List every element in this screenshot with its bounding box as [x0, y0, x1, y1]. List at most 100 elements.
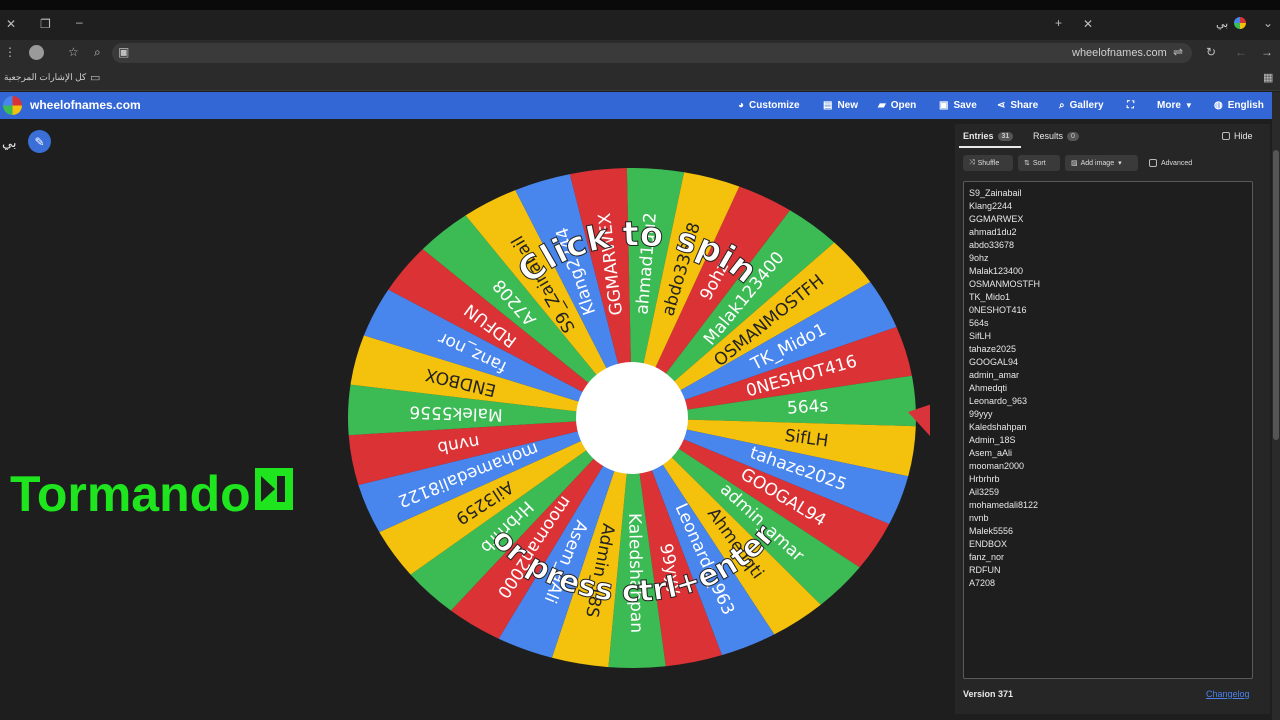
new-button[interactable]: ▤ New [823, 92, 858, 119]
hide-checkbox[interactable]: Hide [1222, 131, 1253, 141]
pencil-icon: ✎ [34, 134, 45, 149]
share-button[interactable]: ⋖ Share [997, 92, 1038, 119]
sort-icon: ⇅ [1024, 160, 1030, 167]
entry-line[interactable]: TK_Mido1 [969, 291, 1040, 304]
profile-avatar-icon[interactable] [29, 45, 44, 60]
entry-line[interactable]: S9_Zainabail [969, 187, 1040, 200]
wheel-segment-label: Malek5556 [409, 401, 503, 424]
entry-line[interactable]: RDFUN [969, 564, 1040, 577]
edit-title-button[interactable]: ✎ [28, 130, 51, 153]
entry-line[interactable]: ENDBOX [969, 538, 1040, 551]
entry-line[interactable]: Admin_18S [969, 434, 1040, 447]
folder-open-icon: ▰ [878, 100, 886, 111]
version-label: Version 371 [963, 689, 1014, 699]
advanced-checkbox[interactable]: Advanced [1143, 155, 1203, 171]
entry-line[interactable]: Ahmedqti [969, 382, 1040, 395]
minimize-window-icon[interactable]: – [76, 15, 83, 29]
entry-line[interactable]: abdo33678 [969, 239, 1040, 252]
language-button[interactable]: ◍ English [1214, 92, 1264, 119]
cast-icon[interactable]: ▣ [118, 45, 129, 59]
new-file-icon: ▤ [823, 100, 833, 111]
entry-line[interactable]: fanz_nor [969, 551, 1040, 564]
entry-line[interactable]: mohamedali8122 [969, 499, 1040, 512]
back-icon[interactable]: → [1261, 45, 1273, 59]
open-button[interactable]: ▰ Open [878, 92, 916, 119]
site-settings-icon[interactable]: ⇌ [1173, 45, 1183, 59]
folder-icon: ▭ [90, 72, 101, 84]
tab-entries[interactable]: Entries 31 [963, 131, 1014, 141]
entry-line[interactable]: Hrbrhrb [969, 473, 1040, 486]
entry-line[interactable]: ahmad1du2 [969, 226, 1040, 239]
palette-icon: ◕ [738, 100, 745, 111]
sort-button[interactable]: ⇅ Sort [1018, 155, 1060, 171]
close-window-icon[interactable]: ✕ [6, 17, 16, 31]
tab-results[interactable]: Results 0 [1033, 131, 1079, 141]
entry-line[interactable]: Klang2244 [969, 200, 1040, 213]
shuffle-button[interactable]: ⤨ Shuffle [963, 155, 1013, 171]
entry-line[interactable]: 99yyy [969, 408, 1040, 421]
all-bookmarks-label[interactable]: كل الإشارات المرجعية [4, 72, 86, 83]
reload-icon[interactable]: ↻ [1206, 45, 1216, 59]
tab-favicon-icon [1234, 17, 1246, 29]
add-image-button[interactable]: ▨ Add image ▾ [1065, 155, 1138, 171]
caret-down-icon: ▾ [1118, 160, 1122, 167]
entry-line[interactable]: Malek5556 [969, 525, 1040, 538]
entry-line[interactable]: Kaledshahpan [969, 421, 1040, 434]
gallery-button[interactable]: ⌕ Gallery [1059, 92, 1104, 119]
wheel-center-hub[interactable] [576, 362, 688, 474]
page-scrollbar-thumb[interactable] [1273, 150, 1279, 440]
entry-line[interactable]: GOOGAL94 [969, 356, 1040, 369]
bookmark-star-icon[interactable]: ☆ [68, 45, 79, 59]
entry-line[interactable]: OSMANMOSTFH [969, 278, 1040, 291]
tormando-logo-icon [255, 468, 293, 510]
browser-tab-title[interactable]: بي [1216, 17, 1228, 30]
entry-line[interactable]: Leonardo_963 [969, 395, 1040, 408]
search-icon: ⌕ [1059, 100, 1065, 111]
share-icon: ⋖ [997, 100, 1006, 111]
wheel-segment-label: Kaledshahpan [624, 513, 646, 633]
more-button[interactable]: More ▼ [1157, 92, 1193, 119]
tormando-overlay-text: Tormando [10, 466, 251, 522]
forward-icon[interactable]: ← [1235, 45, 1247, 59]
changelog-link[interactable]: Changelog [1206, 689, 1250, 699]
entry-line[interactable]: A7208 [969, 577, 1040, 590]
entry-line[interactable]: GGMARWEX [969, 213, 1040, 226]
wheel-logo-icon[interactable] [3, 96, 22, 115]
name-wheel[interactable]: 9ohzMalak123400OSMANMOSTFHTK_Mido10NESHO… [330, 150, 930, 690]
save-button[interactable]: ▣ Save [939, 92, 977, 119]
entry-line[interactable]: SifLH [969, 330, 1040, 343]
active-tab-indicator [959, 146, 1021, 148]
entry-line[interactable]: Ail3259 [969, 486, 1040, 499]
entry-line[interactable]: mooman2000 [969, 460, 1040, 473]
image-icon: ▨ [1071, 160, 1078, 167]
tab-search-chevron-icon[interactable]: ⌄ [1263, 16, 1273, 30]
results-count-badge: 0 [1067, 131, 1079, 141]
bookmarks-bar [0, 66, 1280, 91]
restore-window-icon[interactable]: ❐ [40, 17, 51, 31]
apps-grid-icon[interactable]: ▦ [1263, 71, 1273, 84]
entry-line[interactable]: 564s [969, 317, 1040, 330]
entry-line[interactable]: 0NESHOT416 [969, 304, 1040, 317]
entry-line[interactable]: tahaze2025 [969, 343, 1040, 356]
new-tab-icon[interactable]: + [1055, 16, 1062, 30]
window-frame [0, 0, 1280, 10]
entry-line[interactable]: nvnb [969, 512, 1040, 525]
address-bar[interactable] [112, 43, 1192, 63]
browser-menu-icon[interactable]: ⋮ [4, 45, 16, 59]
entry-line[interactable]: 9ohz [969, 252, 1040, 265]
customize-button[interactable]: ◕ Customize [738, 92, 800, 119]
save-icon: ▣ [939, 100, 949, 111]
site-logo-text[interactable]: wheelofnames.com [30, 98, 141, 112]
entry-line[interactable]: Malak123400 [969, 265, 1040, 278]
checkbox-icon [1149, 159, 1157, 167]
entries-count-badge: 31 [997, 131, 1014, 141]
entries-list: S9_Zainabail Klang2244 GGMARWEX ahmad1du2 ab… [969, 187, 1040, 590]
entry-line[interactable]: admin_amar [969, 369, 1040, 382]
zoom-icon[interactable]: ⌕ [94, 45, 101, 60]
entry-line[interactable]: Asem_aAli [969, 447, 1040, 460]
close-tab-icon[interactable]: ✕ [1083, 17, 1093, 31]
fullscreen-button[interactable]: ⛶ [1127, 92, 1139, 119]
shuffle-icon: ⤨ [969, 159, 975, 166]
url-text[interactable]: wheelofnames.com [1072, 47, 1167, 59]
wheel-segment-label: 564s [786, 396, 829, 419]
